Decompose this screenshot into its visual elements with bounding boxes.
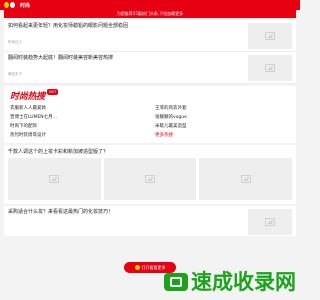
feed-text: 翻阅时装趋势大起底！翻阅时装美容新美容热搜 美容天下 [8, 55, 248, 80]
feed-top: 如何看起来更年轻？用化妆师蜡铅的眼影问题全部稳固 时尚达人 翻阅时装趋势大起底！… [4, 20, 296, 84]
watermark: 速成收录网 [164, 270, 296, 294]
thumbnail[interactable] [248, 23, 292, 49]
gallery-image[interactable] [199, 158, 293, 200]
feed-text: 采购适合什么妆？来看看这最热门的化妆技巧！ [8, 209, 248, 233]
app-icon [134, 265, 140, 270]
hot-search-item[interactable]: 衣服新人人最爱款 [10, 106, 145, 112]
brand-logo-icon[interactable] [4, 1, 16, 9]
feed-title[interactable]: 如何看起来更年轻？用化妆师蜡铅的眼影问题全部稳固 [8, 23, 242, 30]
image-placeholder-icon [49, 175, 60, 183]
list-item[interactable]: 翻阅时装趋势大起底！翻阅时装美容新美容热搜 美容天下 [4, 52, 296, 84]
hot-badge: HOT [46, 89, 59, 95]
thumbnail[interactable] [248, 209, 292, 235]
app-header: 时尚 [0, 0, 300, 10]
hot-search-grid: 衣服新人人最爱款 王菲的风衣外套 曾博士在LUMEN七月... 张靓颖的vogu… [10, 106, 290, 139]
feed-text: 如何看起来更年轻？用化妆师蜡铅的眼影问题全部稳固 时尚达人 [8, 23, 248, 48]
image-placeholder-icon [265, 64, 275, 72]
hot-search-logo: 时尚热搜 HOT [10, 89, 59, 102]
hot-search-item[interactable]: 米歇儿最美造型 [155, 124, 290, 130]
open-more-label: 打开看看更多 [141, 264, 166, 270]
hot-search-section: 时尚热搜 HOT 衣服新人人最爱款 王菲的风衣外套 曾博士在LUMEN七月...… [4, 86, 296, 143]
gallery-title[interactable]: 千款人调这个的上妆卡彩和新加坡造型版了？ [8, 148, 292, 155]
image-placeholder-icon [145, 175, 155, 183]
refresh-notice: 为您推荐15篇热门头条,下拉加载更多 [4, 10, 296, 18]
image-placeholder-icon [240, 175, 251, 183]
gallery-images [8, 158, 293, 200]
watermark-logo-icon [164, 273, 188, 291]
hot-search-item[interactable]: 曾博士在LUMEN七月... [10, 115, 145, 121]
gallery-image[interactable] [8, 158, 101, 200]
thumbnail[interactable] [248, 55, 292, 81]
feed-title[interactable]: 翻阅时装趋势大起底！翻阅时装美容新美容热搜 [8, 55, 242, 62]
image-placeholder-icon [265, 32, 275, 40]
watermark-text: 速成收录网 [191, 270, 296, 294]
hot-search-item[interactable]: 张靓颖的vogue [155, 115, 290, 121]
image-placeholder-icon [265, 218, 275, 226]
gallery-item[interactable]: 千款人调这个的上妆卡彩和新加坡造型版了？ [4, 145, 296, 204]
hot-search-item[interactable]: 王菲的风衣外套 [155, 106, 290, 112]
list-item[interactable]: 如何看起来更年轻？用化妆师蜡铅的眼影问题全部稳固 时尚达人 [4, 20, 296, 52]
gallery-image[interactable] [103, 158, 197, 200]
header-title: 时尚 [20, 2, 31, 9]
hot-search-item[interactable]: 时尚下的配饰 [10, 124, 145, 130]
hot-search-item[interactable]: 热烈时装周等设计 [10, 133, 145, 139]
hot-search-more-link[interactable]: 更多热搜 [155, 133, 290, 139]
feed-source: 时尚达人 [8, 40, 22, 44]
hot-search-logo-text: 时尚热搜 [10, 91, 45, 102]
notice-text: 为您推荐15篇热门头条,下拉加载更多 [116, 11, 184, 16]
feed-source: 美容天下 [8, 72, 22, 76]
list-item[interactable]: 采购适合什么妆？来看看这最热门的化妆技巧！ [4, 206, 296, 236]
feed-title[interactable]: 采购适合什么妆？来看看这最热门的化妆技巧！ [8, 209, 242, 216]
